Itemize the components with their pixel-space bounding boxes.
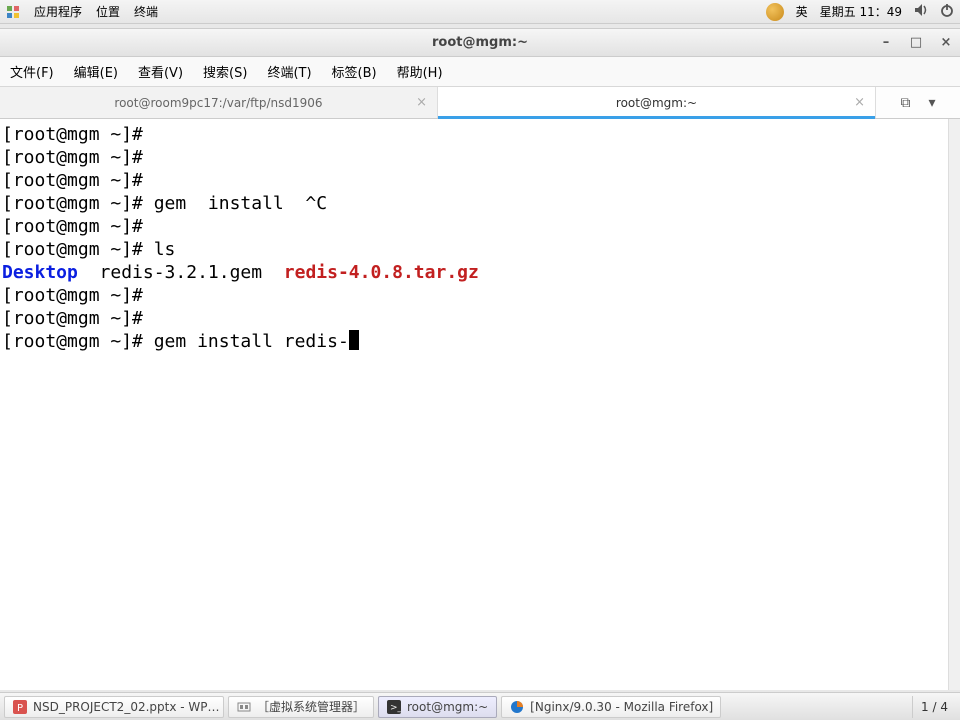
taskbar: P NSD_PROJECT2_02.pptx - WP… ［虚拟系统管理器］ >… [0, 692, 960, 720]
terminal-line: [root@mgm ~]# [root@mgm ~]# [root@mgm ~]… [2, 124, 479, 352]
tab-label: root@room9pc17:/var/ftp/nsd1906 [114, 96, 322, 110]
firefox-icon [510, 700, 524, 714]
taskbar-label: ［虚拟系统管理器］ [257, 698, 365, 715]
presentation-icon: P [13, 700, 27, 714]
tab-label: root@mgm:~ [616, 96, 697, 110]
tab-close-icon[interactable]: × [854, 95, 865, 110]
menu-edit[interactable]: 编辑(E) [70, 60, 122, 83]
terminal-icon: >_ [387, 700, 401, 714]
tab-tools: ⧉ ▾ [876, 87, 960, 118]
terminal-cursor [349, 330, 359, 350]
sound-icon[interactable] [914, 3, 928, 20]
window-maximize-button[interactable]: □ [908, 35, 924, 51]
terminal-tab-0[interactable]: root@room9pc17:/var/ftp/nsd1906 × [0, 87, 438, 118]
taskbar-label: [Nginx/9.0.30 - Mozilla Firefox] [530, 700, 713, 714]
terminal-viewport[interactable]: [root@mgm ~]# [root@mgm ~]# [root@mgm ~]… [0, 119, 960, 690]
terminal-window: root@mgm:~ – □ × 文件(F) 编辑(E) 查看(V) 搜索(S)… [0, 28, 960, 690]
svg-text:P: P [17, 703, 23, 714]
window-minimize-button[interactable]: – [878, 35, 894, 51]
menu-file[interactable]: 文件(F) [6, 60, 58, 83]
menu-search[interactable]: 搜索(S) [199, 60, 251, 83]
clock[interactable]: 星期五 11：49 [820, 3, 902, 20]
taskbar-label: root@mgm:~ [407, 700, 488, 714]
menu-view[interactable]: 查看(V) [134, 60, 187, 83]
terminal-tab-1[interactable]: root@mgm:~ × [438, 87, 876, 118]
menu-terminal[interactable]: 终端(T) [263, 60, 315, 83]
terminal-scrollbar[interactable] [948, 119, 960, 690]
taskbar-item-virt-manager[interactable]: ［虚拟系统管理器］ [228, 696, 374, 718]
menu-terminal-app[interactable]: 终端 [134, 3, 158, 20]
taskbar-item-terminal[interactable]: >_ root@mgm:~ [378, 696, 497, 718]
svg-text:>_: >_ [390, 703, 401, 713]
menubar: 文件(F) 编辑(E) 查看(V) 搜索(S) 终端(T) 标签(B) 帮助(H… [0, 57, 960, 87]
vm-manager-icon [237, 700, 251, 714]
ime-badge-icon[interactable] [766, 3, 784, 21]
taskbar-item-firefox[interactable]: [Nginx/9.0.30 - Mozilla Firefox] [501, 696, 721, 718]
activities-icon[interactable] [6, 5, 20, 19]
workspace-indicator[interactable]: 1 / 4 [912, 696, 956, 718]
menu-tabs[interactable]: 标签(B) [328, 60, 381, 83]
power-icon[interactable] [940, 3, 954, 20]
menu-applications[interactable]: 应用程序 [34, 3, 82, 20]
tab-menu-dropdown-icon[interactable]: ▾ [928, 95, 935, 111]
tabbar: root@room9pc17:/var/ftp/nsd1906 × root@m… [0, 87, 960, 119]
split-terminal-icon[interactable]: ⧉ [900, 95, 910, 111]
tab-close-icon[interactable]: × [416, 95, 427, 110]
ime-language[interactable]: 英 [796, 3, 808, 20]
menu-help[interactable]: 帮助(H) [393, 60, 447, 83]
window-close-button[interactable]: × [938, 35, 954, 51]
taskbar-item-wps[interactable]: P NSD_PROJECT2_02.pptx - WP… [4, 696, 224, 718]
system-top-bar: 应用程序 位置 终端 英 星期五 11：49 [0, 0, 960, 24]
taskbar-label: NSD_PROJECT2_02.pptx - WP… [33, 700, 220, 714]
window-titlebar[interactable]: root@mgm:~ – □ × [0, 29, 960, 57]
menu-places[interactable]: 位置 [96, 3, 120, 20]
window-title: root@mgm:~ [432, 35, 528, 50]
